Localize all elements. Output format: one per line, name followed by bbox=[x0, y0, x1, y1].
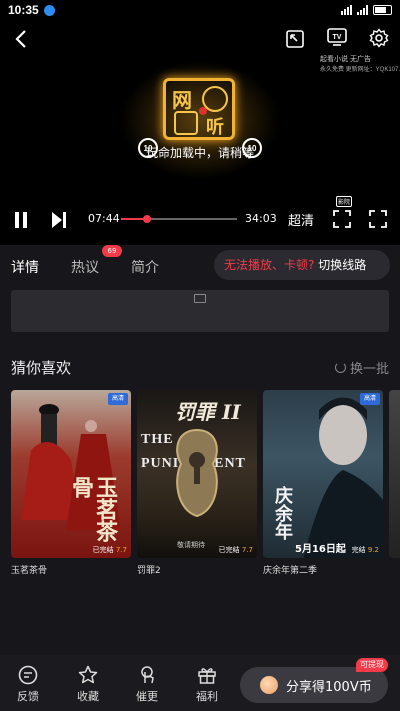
detail-tabs: 详情 热议 69 简介 无法播放、卡顿? 切换线路 bbox=[0, 245, 400, 285]
score-badge: 已完结 7.7 bbox=[92, 546, 127, 554]
site-logo: 网 听 bbox=[163, 78, 235, 140]
urge-update-button[interactable]: 催更 bbox=[127, 665, 167, 704]
poster-coming-soon: 敬请期待 bbox=[177, 541, 205, 549]
feedback-button[interactable]: 反馈 bbox=[8, 665, 48, 704]
back-icon[interactable] bbox=[10, 28, 32, 50]
tv-cast-icon[interactable]: TV bbox=[326, 26, 348, 48]
hand-icon bbox=[137, 665, 157, 685]
video-player[interactable]: 网 听 10 10 玩命加载中，请稍等 TV 起看小说 无广告 永久免费 更新网… bbox=[0, 20, 400, 245]
current-time: 07:44 bbox=[88, 212, 120, 225]
switch-line-button[interactable]: 无法播放、卡顿? 切换线路 bbox=[214, 250, 390, 280]
card-title: 庆余年第二季 bbox=[263, 566, 318, 576]
hd-badge: 高清 bbox=[360, 393, 380, 405]
fullscreen-icon[interactable] bbox=[368, 208, 388, 230]
recommend-card-partial[interactable] bbox=[389, 390, 400, 558]
refresh-button[interactable]: 换一批 bbox=[334, 358, 389, 377]
poster-release-date: 5月16日起 bbox=[295, 544, 346, 555]
card-title: 玉茗茶骨 bbox=[11, 566, 48, 576]
hd-badge: 高清 bbox=[108, 393, 128, 405]
poster-image: 高清 庆余年 5月16日起 完结 9.2 bbox=[263, 390, 383, 558]
refresh-label: 换一批 bbox=[349, 362, 389, 377]
recommend-title: 猜你喜欢 bbox=[11, 359, 72, 377]
svg-text:TV: TV bbox=[333, 34, 342, 41]
wifi-signal-icon bbox=[341, 5, 352, 15]
total-time: 34:03 bbox=[245, 212, 277, 225]
status-time: 10:35 bbox=[8, 3, 39, 17]
recommend-card[interactable]: 高清 庆余年 5月16日起 完结 9.2 庆余年第二季 bbox=[263, 390, 383, 576]
poster-image bbox=[389, 390, 400, 558]
pip-icon[interactable] bbox=[284, 28, 306, 50]
share-button[interactable]: 分享得100V币 bbox=[240, 667, 388, 703]
card-title: 罚罪2 bbox=[137, 566, 161, 576]
favorite-button[interactable]: 收藏 bbox=[68, 665, 108, 704]
tab-details[interactable]: 详情 bbox=[11, 257, 39, 277]
next-episode-icon[interactable] bbox=[50, 210, 68, 230]
battery-icon bbox=[373, 5, 392, 15]
bottom-action-bar: 反馈 收藏 催更 福利 分享得100V币 可提现 bbox=[0, 655, 400, 711]
corner-tag: 影院 bbox=[336, 196, 352, 207]
episode-placeholder bbox=[11, 290, 389, 332]
recommend-list: 高清 玉茗茶骨 已完结 7.7 玉茗茶骨 罚罪 II THE PUNISHMEN… bbox=[11, 390, 400, 580]
recommend-card[interactable]: 高清 玉茗茶骨 已完结 7.7 玉茗茶骨 bbox=[11, 390, 131, 576]
switch-warning-text: 无法播放、卡顿? bbox=[224, 258, 315, 272]
welfare-button[interactable]: 福利 bbox=[187, 665, 227, 704]
app-notification-icon bbox=[43, 4, 55, 16]
loading-text: 玩命加载中，请稍等 bbox=[145, 146, 254, 160]
share-label: 分享得100V币 bbox=[286, 679, 372, 695]
star-icon bbox=[78, 665, 98, 685]
placeholder-icon bbox=[194, 294, 206, 303]
score-badge: 完结 9.2 bbox=[351, 546, 379, 554]
feedback-icon bbox=[18, 665, 38, 685]
recommend-card[interactable]: 罚罪 II THE PUNISHMENT 敬请期待 已完结 7.7 罚罪2 bbox=[137, 390, 257, 576]
withdraw-badge: 可提现 bbox=[356, 658, 388, 672]
tab-intro[interactable]: 简介 bbox=[131, 257, 159, 277]
quality-selector[interactable]: 超清 bbox=[288, 210, 314, 229]
score-badge: 已完结 7.7 bbox=[218, 546, 253, 554]
gift-icon bbox=[197, 665, 217, 685]
pause-icon[interactable] bbox=[12, 210, 30, 230]
coin-icon bbox=[260, 676, 278, 694]
feedback-label: 反馈 bbox=[17, 690, 39, 703]
welfare-label: 福利 bbox=[196, 690, 218, 703]
switch-action-text: 切换线路 bbox=[318, 258, 367, 272]
poster-image: 罚罪 II THE PUNISHMENT 敬请期待 已完结 7.7 bbox=[137, 390, 257, 558]
seek-bar[interactable] bbox=[121, 215, 237, 223]
status-bar: 10:35 bbox=[0, 0, 400, 20]
player-controls: 07:44 34:03 超清 影院 bbox=[0, 196, 400, 232]
settings-gear-icon[interactable] bbox=[368, 27, 390, 49]
urge-update-label: 催更 bbox=[136, 690, 158, 703]
seek-handle[interactable] bbox=[142, 215, 151, 223]
tab-comments[interactable]: 热议 bbox=[71, 257, 99, 277]
favorite-label: 收藏 bbox=[77, 690, 99, 703]
cell-signal-icon bbox=[357, 5, 368, 15]
poster-title-art: 庆余年 bbox=[272, 486, 293, 540]
refresh-icon bbox=[334, 362, 346, 373]
comment-count-badge: 69 bbox=[102, 245, 122, 257]
poster-image: 高清 玉茗茶骨 已完结 7.7 bbox=[11, 390, 131, 558]
crop-screen-icon[interactable]: 影院 bbox=[332, 196, 352, 230]
ad-watermark: 起看小说 无广告 永久免费 更新网址：YQK107.APP bbox=[320, 56, 400, 73]
poster-lock-art bbox=[176, 428, 218, 518]
